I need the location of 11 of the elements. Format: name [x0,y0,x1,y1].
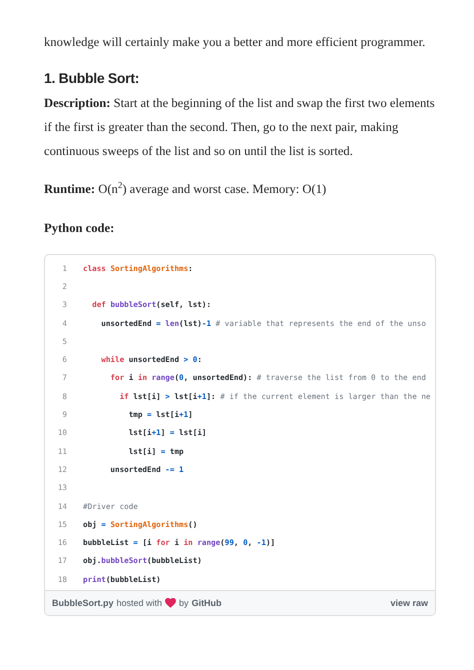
github-link[interactable]: GitHub [192,598,222,608]
footer-text: hosted with [116,598,162,608]
runtime-paragraph: Runtime: O(n$^{2}$) average and worst case. Memory: O(1) [44,178,328,198]
description-paragraph: Description: Start at the beginning of the list and swap the first two elements if the first is greater than the second. Then, go to the next pair, making continuous sweeps of the list and so on until the list is sorted. [44,95,436,160]
intro-paragraph: knowledge will certainly make you a better and more efficient programmer. [44,34,426,51]
footer-text: by [179,598,189,608]
view-raw-link[interactable]: view raw [390,598,428,608]
heart-icon [165,598,176,608]
file-link[interactable]: BubbleSort.py [52,598,114,608]
code-label: Python code: [44,220,116,237]
section-heading: 1. Bubble Sort: [44,69,140,88]
